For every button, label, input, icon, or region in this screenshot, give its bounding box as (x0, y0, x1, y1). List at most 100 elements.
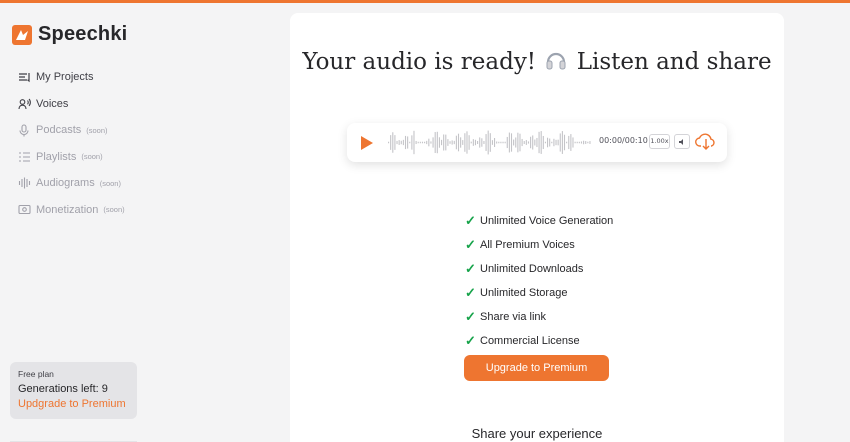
waveform-bar (515, 137, 517, 148)
sidebar-item-podcasts[interactable]: Podcasts (soon) (17, 117, 125, 144)
waveform-bar (521, 138, 523, 147)
waveform-bar (574, 141, 576, 144)
waveform-bar (513, 139, 515, 146)
waveform-bar (426, 140, 428, 145)
waveform-bar (496, 141, 498, 144)
waveform-bar (479, 137, 481, 148)
waveform-bar (474, 139, 477, 146)
download-button[interactable] (695, 131, 717, 151)
waveform-bar (563, 134, 566, 151)
waveform-bar (436, 131, 438, 154)
sidebar-item-audiograms[interactable]: Audiograms (soon) (17, 170, 125, 197)
waveform-bar (409, 141, 411, 144)
waveform-bar (504, 141, 506, 144)
checkmark-icon: ✓ (465, 261, 476, 276)
waveform-bar (517, 132, 519, 153)
waveform-bar (542, 135, 544, 150)
sidebar: Speechki My Projects Voices Podcasts (so… (0, 3, 148, 442)
soon-badge: (soon) (103, 205, 125, 215)
audio-player: 00:00/00:10 1.00x (347, 123, 727, 162)
feature-label: All Premium Voices (480, 239, 575, 251)
playlist-icon (17, 150, 31, 164)
waveform-bar (485, 134, 487, 151)
sidebar-item-monetization[interactable]: Monetization (soon) (17, 197, 125, 224)
waveform-bar (527, 141, 530, 144)
sidebar-nav: My Projects Voices Podcasts (soon) Playl… (17, 64, 125, 223)
volume-icon (679, 138, 683, 145)
waveform-bar (587, 141, 589, 144)
feature-label: Share via link (480, 311, 547, 323)
waveform-bar (449, 141, 451, 144)
waveform-bar (508, 132, 510, 153)
waveform-bar (498, 141, 500, 144)
waveform-bar (466, 131, 468, 154)
logo-icon (12, 24, 32, 45)
waveform-bar (566, 141, 568, 144)
list-item: ✓ All Premium Voices (465, 233, 613, 257)
sidebar-item-playlists[interactable]: Playlists (soon) (17, 144, 125, 171)
waveform-bar (494, 138, 496, 147)
waveform-bar (413, 130, 415, 155)
waveform-bar (523, 141, 525, 144)
waveform-bar (532, 135, 534, 150)
sidebar-item-my-projects[interactable]: My Projects (17, 64, 125, 91)
waveform-bar (578, 141, 580, 144)
waveform-bar (551, 141, 553, 144)
list-item: ✓ Unlimited Downloads (465, 257, 613, 281)
checkmark-icon: ✓ (465, 333, 476, 348)
waveform-bar (419, 141, 421, 144)
page-title: Your audio is ready! Listen and share (290, 49, 784, 77)
sidebar-item-voices[interactable]: Voices (17, 91, 125, 118)
headline-part-2: Listen and share (576, 49, 772, 75)
waveform-bar (398, 140, 400, 145)
waveform-scrubber[interactable] (387, 129, 592, 156)
waveform-bar (407, 136, 409, 149)
generations-left: Generations left: 9 (18, 383, 108, 395)
feature-label: Unlimited Storage (480, 287, 568, 299)
waveform-bar (396, 140, 398, 145)
sidebar-upgrade-link[interactable]: Updgrade to Premium (18, 398, 129, 410)
upgrade-button[interactable]: Upgrade to Premium (464, 355, 609, 381)
waveform-bar (538, 131, 540, 154)
waveform-bar (421, 141, 424, 144)
sidebar-item-label: Monetization (36, 203, 99, 216)
volume-button[interactable] (674, 134, 690, 149)
list-item: ✓ Unlimited Voice Generation (465, 209, 613, 233)
waveform-bar (540, 131, 542, 154)
waveform-bar (455, 135, 457, 150)
money-icon (17, 203, 31, 217)
list-item: ✓ Unlimited Storage (465, 281, 613, 305)
waveform-bar (447, 139, 449, 146)
waveform-bar (568, 135, 570, 150)
feature-list: ✓ Unlimited Voice Generation ✓ All Premium… (465, 209, 613, 353)
cloud-download-icon (695, 133, 715, 150)
logo[interactable]: Speechki (12, 23, 127, 46)
waveform-bar (457, 133, 460, 152)
waveform-bar (451, 140, 453, 145)
feature-label: Unlimited Voice Generation (480, 215, 614, 227)
waveform-bar (438, 137, 440, 148)
waveform-bar (392, 132, 394, 153)
playback-speed-button[interactable]: 1.00x (649, 134, 670, 149)
waveform-bar (390, 135, 392, 150)
microphone-icon (17, 123, 31, 137)
waveform-bar (530, 136, 532, 149)
checkmark-icon: ✓ (465, 309, 476, 324)
main-card: Your audio is ready! Listen and share 00… (290, 13, 784, 442)
list-item: ✓ Commercial License (465, 329, 613, 353)
play-button[interactable] (360, 135, 374, 151)
waveform-bar (570, 134, 572, 151)
projects-icon (17, 70, 31, 84)
play-icon (361, 136, 373, 150)
waveform-bar (491, 140, 493, 145)
waveform-bar (557, 139, 559, 146)
waveform-bar (445, 134, 447, 151)
waveform-bar (506, 136, 508, 149)
waveform-bar (483, 141, 485, 144)
time-display: 00:00/00:10 (599, 136, 648, 145)
waveform-bar (430, 141, 432, 144)
waveform-bar (589, 141, 591, 144)
waveform-bar (576, 141, 578, 144)
feature-label: Commercial License (480, 335, 580, 347)
feature-label: Unlimited Downloads (480, 263, 584, 275)
